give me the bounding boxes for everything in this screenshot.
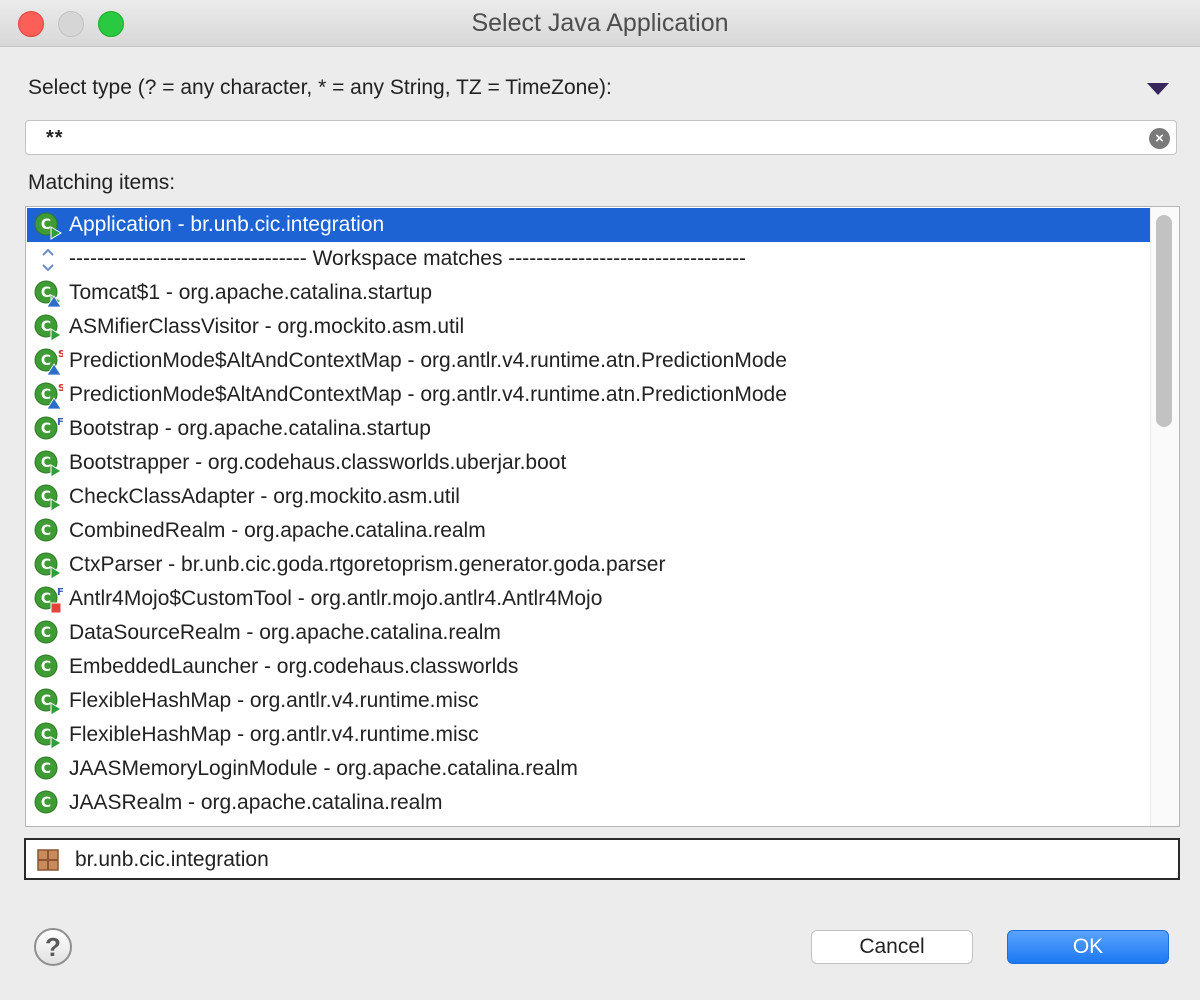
list-item-label: PredictionMode$AltAndContextMap - org.an… [69, 383, 787, 406]
list-item-label: CombinedRealm - org.apache.catalina.real… [69, 519, 486, 542]
list-item[interactable]: C DataSourceRealm - org.apache.catalina.r… [27, 616, 1150, 650]
list-item[interactable]: CSPredictionMode$AltAndContextMap - org.… [27, 378, 1150, 412]
class-static-abstract-icon: CS [33, 347, 65, 377]
class-icon: C [33, 755, 63, 785]
list-item[interactable]: C ASMifierClassVisitor - org.mockito.asm.… [27, 310, 1150, 344]
svg-text:C: C [41, 557, 51, 573]
svg-text:C: C [41, 625, 51, 641]
class-main-icon: C [33, 449, 63, 479]
svg-text:C: C [41, 353, 51, 369]
svg-text:C: C [41, 795, 51, 811]
matching-items-label: Matching items: [28, 171, 176, 194]
ok-button[interactable]: OK [1007, 930, 1169, 964]
svg-text:F: F [57, 587, 63, 598]
svg-text:C: C [41, 727, 51, 743]
list-scrollbar-thumb[interactable] [1156, 215, 1172, 427]
svg-text:C: C [41, 523, 51, 539]
matching-items-list[interactable]: C Application - br.unb.cic.integration ---… [25, 206, 1180, 827]
class-static-abstract-icon: CS [33, 381, 65, 411]
class-main-icon: C [33, 721, 63, 751]
list-item[interactable]: C CombinedRealm - org.apache.catalina.rea… [27, 514, 1150, 548]
list-item[interactable]: C CheckClassAdapter - org.mockito.asm.uti… [27, 480, 1150, 514]
svg-text:C: C [41, 591, 51, 607]
svg-text:C: C [41, 455, 51, 471]
separator-icon [33, 245, 63, 275]
svg-text:C: C [41, 659, 51, 675]
class-final-icon: CF [33, 415, 64, 445]
class-main-icon: C [33, 551, 63, 581]
list-item[interactable]: C JAASRealm - org.apache.catalina.realm [27, 786, 1150, 820]
class-icon: C [33, 653, 63, 683]
list-item[interactable]: C EmbeddedLauncher - org.codehaus.classwo… [27, 650, 1150, 684]
list-item[interactable]: C CtxParser - br.unb.cic.goda.rtgoretopri… [27, 548, 1150, 582]
list-item[interactable]: CFAntlr4Mojo$CustomTool - org.antlr.mojo… [27, 582, 1150, 616]
svg-text:C: C [41, 285, 51, 301]
list-item-label: Antlr4Mojo$CustomTool - org.antlr.mojo.a… [69, 587, 603, 610]
svg-text:C: C [41, 421, 51, 437]
list-item-label: DataSourceRealm - org.apache.catalina.re… [69, 621, 501, 644]
list-item-label: CtxParser - br.unb.cic.goda.rtgoretopris… [69, 553, 666, 576]
list-item-label: FlexibleHashMap - org.antlr.v4.runtime.m… [69, 689, 479, 712]
class-main-icon: C [33, 687, 63, 717]
cancel-button[interactable]: Cancel [811, 930, 973, 964]
class-icon: C [33, 789, 63, 819]
list-item[interactable]: C Application - br.unb.cic.integration [27, 208, 1150, 242]
class-main-icon: C [33, 483, 63, 513]
list-item-label: Bootstrapper - org.codehaus.classworlds.… [69, 451, 567, 474]
list-item-label: FlexibleHashMap - org.antlr.v4.runtime.m… [69, 723, 479, 746]
list-item[interactable]: C FlexibleHashMap - org.antlr.v4.runtime.… [27, 718, 1150, 752]
list-item-label: EmbeddedLauncher - org.codehaus.classwor… [69, 655, 519, 678]
list-item-label: Application - br.unb.cic.integration [69, 213, 385, 236]
list-item-label: CheckClassAdapter - org.mockito.asm.util [69, 485, 460, 508]
svg-text:C: C [41, 761, 51, 777]
list-item[interactable]: CSPredictionMode$AltAndContextMap - org.… [27, 344, 1150, 378]
window-title: Select Java Application [471, 9, 729, 37]
svg-text:C: C [41, 387, 51, 403]
help-button[interactable]: ? [34, 928, 72, 966]
package-details-field: br.unb.cic.integration [24, 838, 1180, 880]
svg-text:S: S [58, 349, 63, 360]
package-name: br.unb.cic.integration [75, 848, 269, 871]
package-icon [37, 849, 59, 871]
list-item[interactable]: C JAASMemoryLoginModule - org.apache.cata… [27, 752, 1150, 786]
view-menu-dropdown-icon[interactable] [1147, 83, 1169, 95]
list-item[interactable]: CFBootstrap - org.apache.catalina.startu… [27, 412, 1150, 446]
list-item[interactable]: C Bootstrapper - org.codehaus.classworlds… [27, 446, 1150, 480]
class-icon: C [33, 517, 63, 547]
list-item-label: PredictionMode$AltAndContextMap - org.an… [69, 349, 787, 372]
class-icon: C [33, 619, 63, 649]
list-item-label: ASMifierClassVisitor - org.mockito.asm.u… [69, 315, 465, 338]
list-item[interactable]: C Tomcat$1 - org.apache.catalina.startup [27, 276, 1150, 310]
clear-filter-icon[interactable]: × [1149, 128, 1170, 149]
list-item-label: JAASMemoryLoginModule - org.apache.catal… [69, 757, 578, 780]
svg-text:S: S [58, 383, 63, 394]
list-item[interactable]: C FlexibleHashMap - org.antlr.v4.runtime.… [27, 684, 1150, 718]
class-main-abstract-icon: C [33, 279, 63, 309]
list-item-label: Bootstrap - org.apache.catalina.startup [69, 417, 431, 440]
type-filter-value[interactable]: ** [46, 127, 64, 150]
svg-text:C: C [41, 319, 51, 335]
type-filter-input[interactable]: ** × [25, 120, 1177, 155]
filter-prompt-label: Select type (? = any character, * = any … [28, 76, 612, 99]
class-final-private-icon: CF [33, 585, 64, 615]
title-bar: Select Java Application [0, 0, 1200, 47]
class-main-icon: C [33, 211, 63, 241]
list-separator: ---------------------------------- Works… [27, 242, 1150, 276]
list-item-label: Tomcat$1 - org.apache.catalina.startup [69, 281, 433, 304]
list-item-label: ---------------------------------- Works… [69, 247, 747, 270]
list-item-label: JAASRealm - org.apache.catalina.realm [69, 791, 443, 814]
svg-text:C: C [41, 489, 51, 505]
svg-text:F: F [57, 417, 63, 428]
svg-text:C: C [41, 217, 51, 233]
svg-text:C: C [41, 693, 51, 709]
class-main-icon: C [33, 313, 63, 343]
